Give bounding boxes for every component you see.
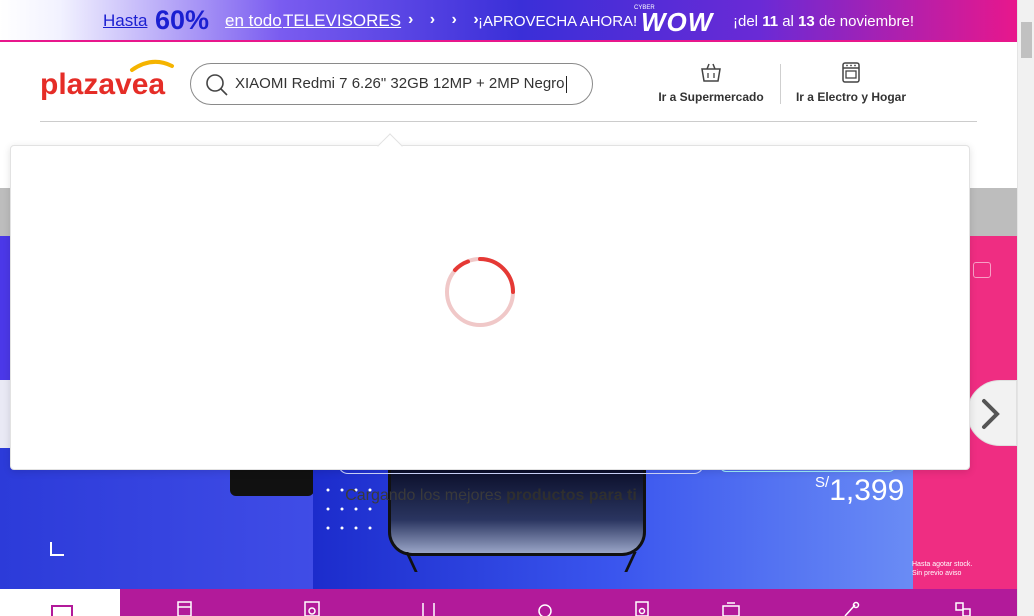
nav-electro-link[interactable]: Ir a Electro y Hogar [790, 60, 912, 104]
promo-category-link[interactable]: TELEVISORES [283, 11, 401, 31]
promo-banner[interactable]: Hasta 60% en todo TELEVISORES › › › › ¡A… [0, 0, 1017, 42]
fridge-category-icon[interactable] [176, 601, 194, 616]
promo-percent: 60% [155, 5, 210, 35]
phone-category-icon[interactable] [420, 601, 438, 616]
gamepad-category-icon[interactable] [536, 601, 554, 616]
tv-image [388, 470, 646, 556]
plazavea-logo[interactable]: plazavea [40, 58, 180, 104]
promo-en-todo[interactable]: en todo [225, 11, 282, 31]
loading-spinner-icon [445, 257, 515, 327]
tv-category-icon [51, 605, 73, 616]
promo-del: ¡del [733, 13, 759, 30]
fine-print-line-1: Hasta agotar stock. [912, 561, 973, 568]
fine-print-line-2: Sin previo aviso [912, 570, 962, 577]
header-divider [40, 121, 977, 122]
scrollbar-thumb[interactable] [1021, 22, 1032, 58]
appliance-icon [842, 62, 860, 83]
tools-category-icon[interactable] [842, 601, 860, 616]
logo-text: plazavea [40, 68, 165, 101]
promo-al: al [782, 13, 794, 30]
speaker-category-icon[interactable] [633, 601, 651, 616]
text-caret [565, 75, 567, 93]
search-icon[interactable] [205, 73, 229, 97]
shopping-bag-icon [973, 262, 991, 278]
promo-day-from: 11 [762, 13, 779, 30]
nav-supermercado-label: Ir a Supermercado [658, 90, 764, 104]
promo-arrows: › › › › [408, 11, 485, 28]
search-input-value: XIAOMI Redmi 7 6.26" 32GB 12MP + 2MP Neg… [235, 75, 565, 92]
promo-hasta[interactable]: Hasta [103, 11, 147, 31]
promo-month: de noviembre! [818, 13, 914, 30]
toys-category-icon[interactable] [954, 601, 972, 616]
search-box[interactable]: XIAOMI Redmi 7 6.26" 32GB 12MP + 2MP Neg… [190, 63, 593, 105]
kitchen-category-icon[interactable] [722, 601, 740, 616]
category-tab-active[interactable] [0, 589, 120, 616]
search-input[interactable]: XIAOMI Redmi 7 6.26" 32GB 12MP + 2MP Neg… [235, 75, 585, 95]
promo-dates: ¡del 11 al 13 de noviembre! [733, 13, 914, 30]
basket-icon [701, 63, 721, 82]
washer-category-icon[interactable] [303, 601, 321, 616]
nav-electro-label: Ir a Electro y Hogar [795, 90, 907, 104]
promo-aprovecha: ¡APROVECHA AHORA! [478, 13, 638, 30]
nav-divider [780, 64, 781, 104]
loading-message: Cargando los mejores productos para ti [21, 487, 961, 505]
cyber-wow-logo: WOW [641, 7, 714, 37]
chevron-right-icon [982, 399, 1000, 429]
promo-fine-print: Hasta agotar stock. Sin previo aviso [912, 560, 972, 578]
loading-prefix: Cargando los mejores [345, 487, 507, 504]
hero-left-edge-light [0, 380, 10, 448]
page: S/1,399 Hasta agotar stock. Sin previo a… [0, 0, 1034, 616]
corner-bracket [50, 542, 64, 556]
nav-supermercado-link[interactable]: Ir a Supermercado [652, 60, 770, 104]
category-strip [0, 589, 1017, 616]
promo-day-to: 13 [798, 13, 815, 30]
page-scrollbar[interactable] [1017, 0, 1034, 616]
loading-bold: productos para ti [506, 487, 637, 504]
hero-left-edge [0, 236, 10, 380]
